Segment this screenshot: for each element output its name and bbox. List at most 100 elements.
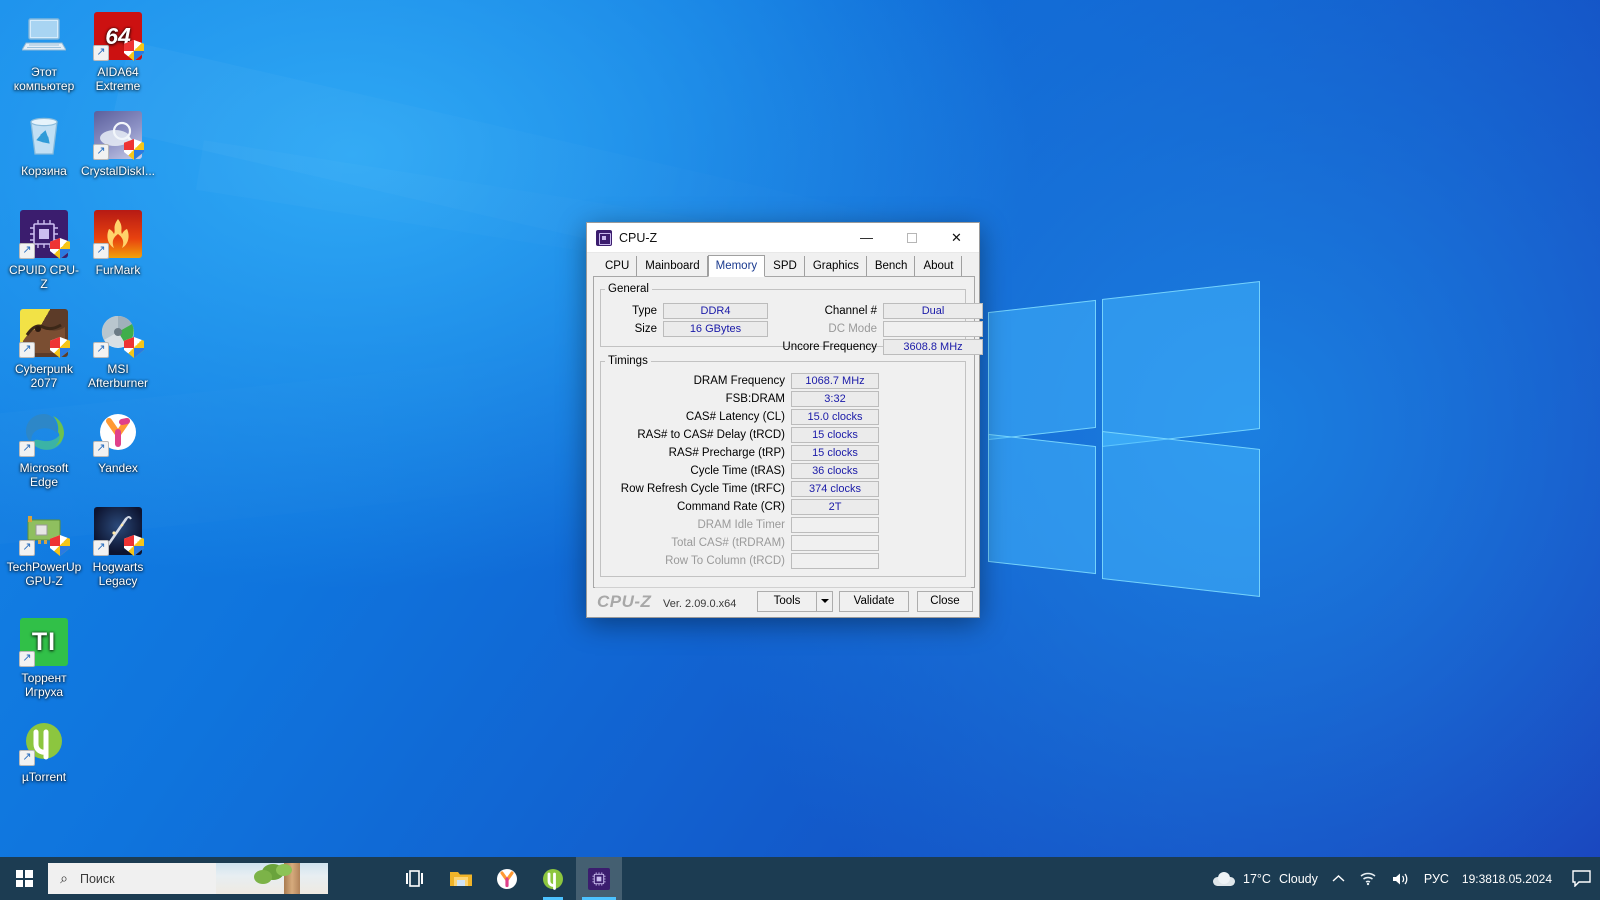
yandex-taskbar-button[interactable]	[484, 857, 530, 900]
desktop-icon-microsoft-edge[interactable]: ↗ Microsoft Edge	[6, 408, 82, 489]
search-placeholder: Поиск	[80, 871, 115, 886]
field-label: Size	[634, 323, 657, 335]
timing-dram-frequency: DRAM Frequency 1068.7 MHz	[611, 373, 879, 389]
volume-button[interactable]	[1384, 857, 1417, 900]
field-label: DC Mode	[828, 323, 877, 335]
desktop-icon-utorrent[interactable]: ↗ µTorrent	[6, 717, 82, 784]
windows-start-icon	[15, 870, 33, 887]
cpuz-brand-logo: CPU-Z	[597, 592, 652, 611]
desktop-icon-label: Торрент Игруха	[21, 671, 67, 699]
desktop-icon-this-pc[interactable]: Этот компьютер	[6, 12, 82, 93]
weather-widget[interactable]: 17°C Cloudy	[1206, 857, 1325, 900]
field-size: Size 16 GBytes	[603, 321, 768, 337]
notification-center-button[interactable]	[1562, 857, 1600, 900]
tab-about[interactable]: About	[915, 256, 962, 277]
desktop-icon-hogwarts-legacy[interactable]: ↗ Hogwarts Legacy	[80, 507, 156, 588]
weather-temperature: 17°C	[1243, 871, 1271, 886]
field-value	[791, 535, 879, 551]
field-dc-mode: DC Mode	[773, 321, 983, 337]
field-value: 15 clocks	[791, 427, 879, 443]
tools-button[interactable]: Tools	[757, 591, 817, 612]
desktop-icon-label: TechPowerUp GPU-Z	[6, 560, 82, 588]
chevron-down-icon	[820, 598, 829, 603]
crystaldiskinfo-icon: ↗	[93, 111, 144, 160]
desktop-icon-torrent-igruha[interactable]: TI ↗ Торрент Игруха	[6, 618, 82, 699]
start-button[interactable]	[0, 857, 48, 900]
field-value	[791, 517, 879, 533]
general-group: General Type DDR4 Size 16 GBytes Channel…	[600, 283, 983, 355]
tab-bar[interactable]: CPU Mainboard Memory SPD Graphics Bench …	[597, 255, 979, 278]
taskbar[interactable]: ⌕ Поиск 17°C Cloudy РУС 19:38 18.05.2024	[0, 857, 1600, 900]
timing-cas-latency: CAS# Latency (CL) 15.0 clocks	[611, 409, 879, 425]
version-label: Ver. 2.09.0.x64	[663, 598, 737, 610]
network-button[interactable]	[1352, 857, 1384, 900]
torrent-igruha-icon: TI ↗	[19, 618, 68, 667]
desktop-icon-techpowerup-gpuz[interactable]: ↗ TechPowerUp GPU-Z	[6, 507, 82, 588]
furmark-icon: ↗	[93, 210, 142, 259]
speaker-icon	[1392, 873, 1408, 884]
desktop-icon-label: µTorrent	[21, 770, 67, 784]
window-footer: CPU-Z Ver. 2.09.0.x64 Tools Validate Clo…	[587, 587, 979, 617]
tools-dropdown-button[interactable]	[816, 591, 833, 612]
desktop-icon-yandex[interactable]: ↗ Yandex	[80, 408, 156, 475]
field-label: Uncore Frequency	[782, 341, 877, 353]
maximize-button[interactable]	[889, 223, 934, 252]
search-icon: ⌕	[60, 870, 68, 886]
desktop-icon-crystaldiskinfo[interactable]: ↗ CrystalDiskI...	[80, 111, 156, 178]
show-hidden-icons-button[interactable]	[1325, 857, 1352, 900]
clock-time: 19:38	[1461, 871, 1492, 886]
clock[interactable]: 19:38 18.05.2024	[1456, 857, 1562, 900]
tab-memory[interactable]: Memory	[707, 255, 766, 277]
cloud-icon	[1213, 871, 1236, 886]
timing-row-to-column: Row To Column (tRCD)	[611, 553, 879, 569]
desktop-icon-cpuid-cpuz[interactable]: ↗ CPUID CPU-Z	[6, 210, 82, 291]
close-dialog-button[interactable]: Close	[917, 591, 973, 612]
close-button[interactable]: ✕	[934, 223, 979, 252]
desktop-icon-label: Cyberpunk 2077	[14, 362, 74, 390]
timing-total-cas: Total CAS# (tRDRAM)	[611, 535, 879, 551]
task-view-icon	[406, 870, 423, 887]
msi-afterburner-icon: ↗	[93, 309, 144, 358]
desktop-icon-msi-afterburner[interactable]: ↗ MSI Afterburner	[80, 309, 156, 390]
desktop-icon-aida64[interactable]: 64 ↗ AIDA64 Extreme	[80, 12, 156, 93]
cpuz-taskbar-button[interactable]	[576, 857, 622, 900]
desktop-icon-recycle-bin[interactable]: Корзина	[6, 111, 82, 178]
desktop-icon-label: Hogwarts Legacy	[92, 560, 144, 588]
desktop-icon-label: AIDA64 Extreme	[95, 65, 141, 93]
tab-spd[interactable]: SPD	[765, 256, 805, 277]
desktop-icon-furmark[interactable]: ↗ FurMark	[80, 210, 156, 277]
timing-row-refresh-cycle-time: Row Refresh Cycle Time (tRFC) 374 clocks	[611, 481, 879, 497]
field-value: 16 GBytes	[663, 321, 768, 337]
timing-ras-precharge: RAS# Precharge (tRP) 15 clocks	[611, 445, 879, 461]
this-pc-icon	[20, 12, 68, 60]
tab-mainboard[interactable]: Mainboard	[637, 256, 708, 277]
file-explorer-button[interactable]	[438, 857, 484, 900]
cpuz-window[interactable]: CPU-Z — ✕ CPU Mainboard Memory SPD Graph…	[586, 222, 983, 618]
clock-date: 18.05.2024	[1491, 871, 1552, 886]
desktop-icon-label: CrystalDiskI...	[80, 164, 155, 178]
tab-cpu[interactable]: CPU	[597, 256, 638, 277]
weather-condition: Cloudy	[1278, 871, 1318, 886]
validate-button[interactable]: Validate	[839, 591, 909, 612]
search-input[interactable]: ⌕ Поиск	[48, 863, 328, 894]
utorrent-icon: ↗	[19, 717, 68, 766]
yandex-icon: ↗	[93, 408, 142, 457]
timing-ras-to-cas-delay: RAS# to CAS# Delay (tRCD) 15 clocks	[611, 427, 879, 443]
field-label: Channel #	[824, 305, 877, 317]
field-label: DRAM Idle Timer	[697, 519, 785, 531]
window-titlebar[interactable]: CPU-Z — ✕	[587, 223, 979, 253]
language-indicator[interactable]: РУС	[1417, 857, 1456, 900]
task-view-button[interactable]	[392, 857, 438, 900]
search-wallpaper-art	[216, 863, 328, 894]
field-label: Total CAS# (tRDRAM)	[671, 537, 785, 549]
utorrent-icon	[543, 868, 563, 890]
field-label: Command Rate (CR)	[677, 501, 785, 513]
tab-bench[interactable]: Bench	[866, 256, 916, 277]
utorrent-taskbar-button[interactable]	[530, 857, 576, 900]
aida64-icon: 64 ↗	[93, 12, 144, 61]
desktop-icon-cyberpunk-2077[interactable]: ↗ Cyberpunk 2077	[6, 309, 82, 390]
wifi-icon	[1360, 872, 1376, 886]
field-label: RAS# to CAS# Delay (tRCD)	[637, 429, 785, 441]
minimize-button[interactable]: —	[844, 223, 889, 252]
tab-graphics[interactable]: Graphics	[804, 256, 867, 277]
